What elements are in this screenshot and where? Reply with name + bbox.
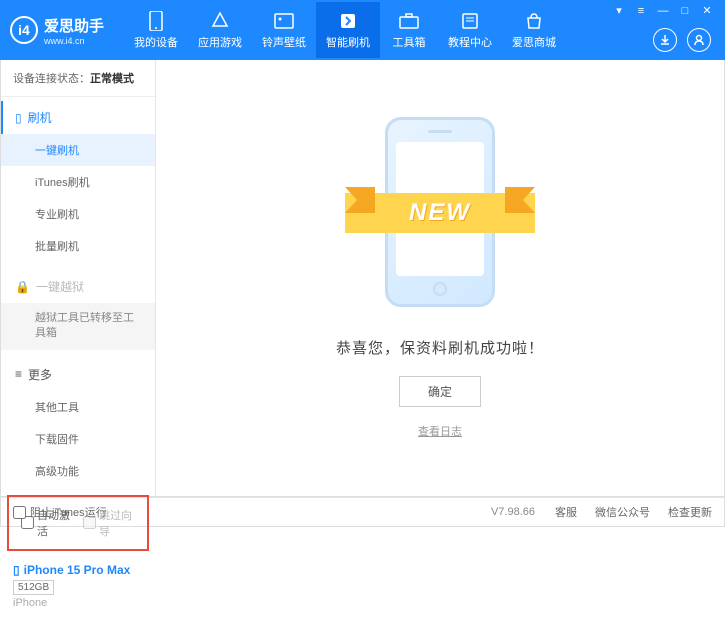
- menu-icon[interactable]: ≡: [633, 5, 649, 17]
- phone-small-icon: ▯: [15, 111, 22, 125]
- jailbreak-section: 🔒 一键越狱 越狱工具已转移至工具箱: [1, 266, 155, 354]
- sidebar-item-pro-flash[interactable]: 专业刷机: [1, 198, 155, 230]
- device-storage: 512GB: [13, 580, 54, 595]
- flash-header[interactable]: ▯ 刷机: [1, 101, 155, 134]
- tab-apps[interactable]: 应用游戏: [188, 2, 252, 58]
- device-phone-icon: ▯: [13, 563, 20, 577]
- menu-lines-icon: ≡: [15, 367, 22, 381]
- jailbreak-note: 越狱工具已转移至工具箱: [1, 303, 155, 350]
- device-status: 设备连接状态：正常模式: [1, 60, 155, 97]
- new-banner: NEW: [345, 187, 535, 233]
- logo-icon: i4: [10, 16, 38, 44]
- tab-tutorial[interactable]: 教程中心: [438, 2, 502, 58]
- header-action-circles: [653, 28, 711, 52]
- logo-text: 爱思助手 www.i4.cn: [44, 15, 104, 46]
- more-header[interactable]: ≡ 更多: [1, 358, 155, 391]
- device-type: iPhone: [13, 597, 143, 609]
- image-icon: [273, 10, 295, 32]
- footer-wechat-link[interactable]: 微信公众号: [595, 504, 650, 520]
- minimize-icon[interactable]: ―: [655, 5, 671, 17]
- app-url: www.i4.cn: [44, 36, 104, 46]
- confirm-button[interactable]: 确定: [399, 376, 481, 407]
- tab-my-device[interactable]: 我的设备: [124, 2, 188, 58]
- tab-store[interactable]: 爱思商城: [502, 2, 566, 58]
- flash-icon: [337, 10, 359, 32]
- download-button[interactable]: [653, 28, 677, 52]
- close-icon[interactable]: ✕: [699, 4, 715, 17]
- tab-toolbox[interactable]: 工具箱: [380, 2, 438, 58]
- phone-icon: [145, 10, 167, 32]
- main-content: NEW 恭喜您，保资料刷机成功啦！ 确定 查看日志: [156, 60, 724, 496]
- logo-area: i4 爱思助手 www.i4.cn: [10, 15, 104, 46]
- sidebar-item-advanced[interactable]: 高级功能: [1, 455, 155, 487]
- window-controls: ▾ ≡ ― □ ✕: [611, 4, 715, 17]
- app-icon: [209, 10, 231, 32]
- footer-service-link[interactable]: 客服: [555, 504, 577, 520]
- toolbox-icon: [398, 10, 420, 32]
- footer-update-link[interactable]: 检查更新: [668, 504, 712, 520]
- app-title: 爱思助手: [44, 15, 104, 36]
- maximize-icon[interactable]: □: [677, 5, 693, 17]
- sidebar: 设备连接状态：正常模式 ▯ 刷机 一键刷机 iTunes刷机 专业刷机 批量刷机…: [1, 60, 156, 496]
- sidebar-item-other-tools[interactable]: 其他工具: [1, 391, 155, 423]
- phone-illustration: NEW: [365, 117, 515, 317]
- success-message: 恭喜您，保资料刷机成功啦！: [336, 337, 544, 358]
- book-icon: [459, 10, 481, 32]
- body-area: 设备连接状态：正常模式 ▯ 刷机 一键刷机 iTunes刷机 专业刷机 批量刷机…: [0, 60, 725, 497]
- app-header: i4 爱思助手 www.i4.cn 我的设备 应用游戏 铃声壁纸 智能刷机 工具…: [0, 0, 725, 60]
- sidebar-item-batch-flash[interactable]: 批量刷机: [1, 230, 155, 262]
- sidebar-item-itunes-flash[interactable]: iTunes刷机: [1, 166, 155, 198]
- version-label: V7.98.66: [491, 506, 535, 518]
- flash-section: ▯ 刷机 一键刷机 iTunes刷机 专业刷机 批量刷机: [1, 97, 155, 266]
- tab-flash[interactable]: 智能刷机: [316, 2, 380, 58]
- device-info: ▯ iPhone 15 Pro Max 512GB iPhone: [1, 555, 155, 617]
- footer-links: 客服 微信公众号 检查更新: [555, 504, 712, 520]
- view-log-link[interactable]: 查看日志: [418, 423, 462, 439]
- sidebar-item-onekey-flash[interactable]: 一键刷机: [1, 134, 155, 166]
- user-button[interactable]: [687, 28, 711, 52]
- device-name[interactable]: ▯ iPhone 15 Pro Max: [13, 563, 143, 577]
- dropdown-icon[interactable]: ▾: [611, 4, 627, 17]
- jailbreak-header: 🔒 一键越狱: [1, 270, 155, 303]
- store-icon: [523, 10, 545, 32]
- block-itunes-checkbox[interactable]: 阻止iTunes运行: [13, 504, 107, 520]
- more-section: ≡ 更多 其他工具 下载固件 高级功能: [1, 354, 155, 491]
- sidebar-item-download-firmware[interactable]: 下载固件: [1, 423, 155, 455]
- lock-icon: 🔒: [15, 280, 30, 294]
- tab-ringtone[interactable]: 铃声壁纸: [252, 2, 316, 58]
